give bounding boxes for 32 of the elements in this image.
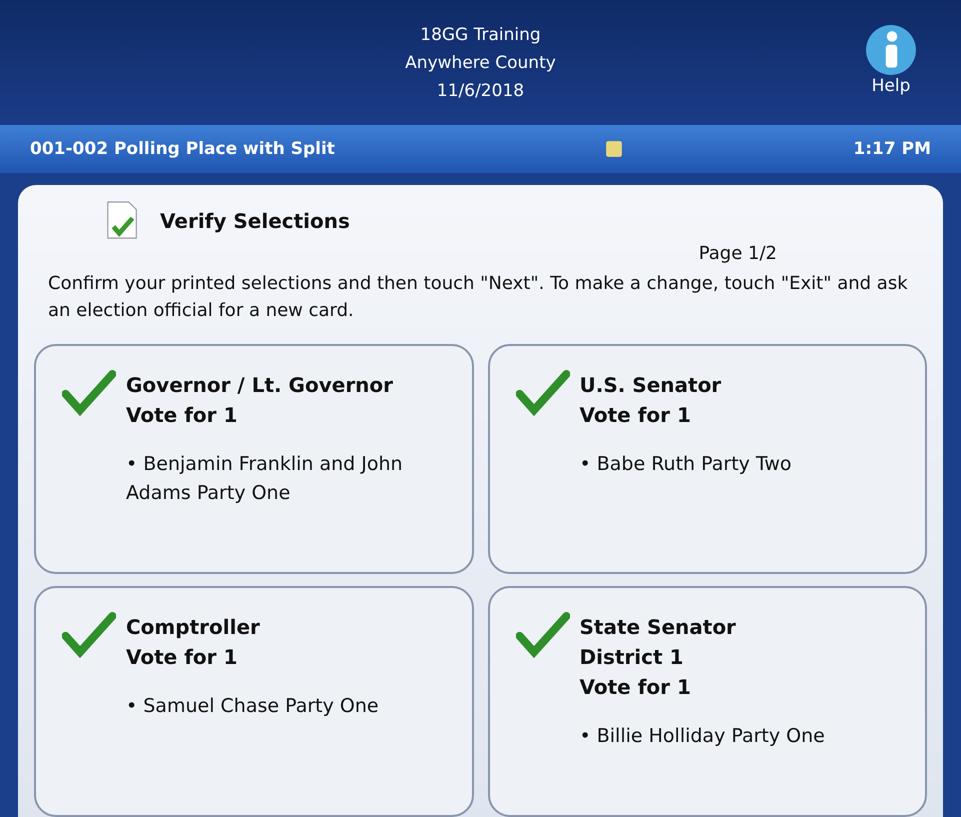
checkmark-icon [516, 612, 570, 658]
contest-title: U.S. Senator [580, 372, 722, 399]
selection-text: • Babe Ruth Party Two [580, 452, 792, 477]
contest-title: Vote for 1 [580, 674, 692, 701]
note-icon [605, 140, 624, 158]
selection-text: • Samuel Chase Party One [126, 694, 379, 719]
selection-text: • Benjamin Franklin and John Adams Party One [126, 452, 404, 506]
polling-place-text: 001-002 Polling Place with Split [30, 139, 336, 159]
selection-text: • Billie Holliday Party One [580, 724, 825, 749]
panel-title: Verify Selections [160, 209, 350, 233]
contest-title: Governor / Lt. Governor [126, 372, 394, 399]
contest-card[interactable]: Comptroller Vote for 1 • Samuel Chase Party One [34, 586, 474, 817]
contest-title: District 1 [580, 644, 684, 671]
contest-title: Comptroller [126, 614, 261, 641]
checkmark-icon [516, 370, 570, 416]
contest-card[interactable]: State Senator District 1 Vote for 1 • Billie Holliday Party One [488, 586, 927, 817]
contest-card[interactable]: U.S. Senator Vote for 1 • Babe Ruth Party Two [488, 344, 927, 574]
instructions-text: Confirm your printed selections and then touch "Next". To make a change, touch "Exit" and ask an election official for a new card. [48, 272, 909, 323]
checkmark-icon [62, 612, 116, 658]
election-info-text: Anywhere County [405, 52, 556, 72]
contest-title: Vote for 1 [126, 644, 238, 671]
contest-card[interactable]: Governor / Lt. Governor Vote for 1 • Benjamin Franklin and John Adams Party One [34, 344, 474, 574]
election-info-text: 11/6/2018 [436, 80, 524, 100]
contest-title: Vote for 1 [580, 402, 692, 429]
help-button[interactable]: Help [861, 20, 921, 100]
info-icon [865, 24, 917, 76]
page-indicator: Page 1/2 [698, 243, 777, 264]
election-info-text: 18GG Training [420, 24, 541, 44]
contest-title: Vote for 1 [126, 402, 238, 429]
checkmark-icon [62, 370, 116, 416]
clock-text: 1:17 PM [853, 139, 931, 159]
contest-title: State Senator [580, 614, 737, 641]
